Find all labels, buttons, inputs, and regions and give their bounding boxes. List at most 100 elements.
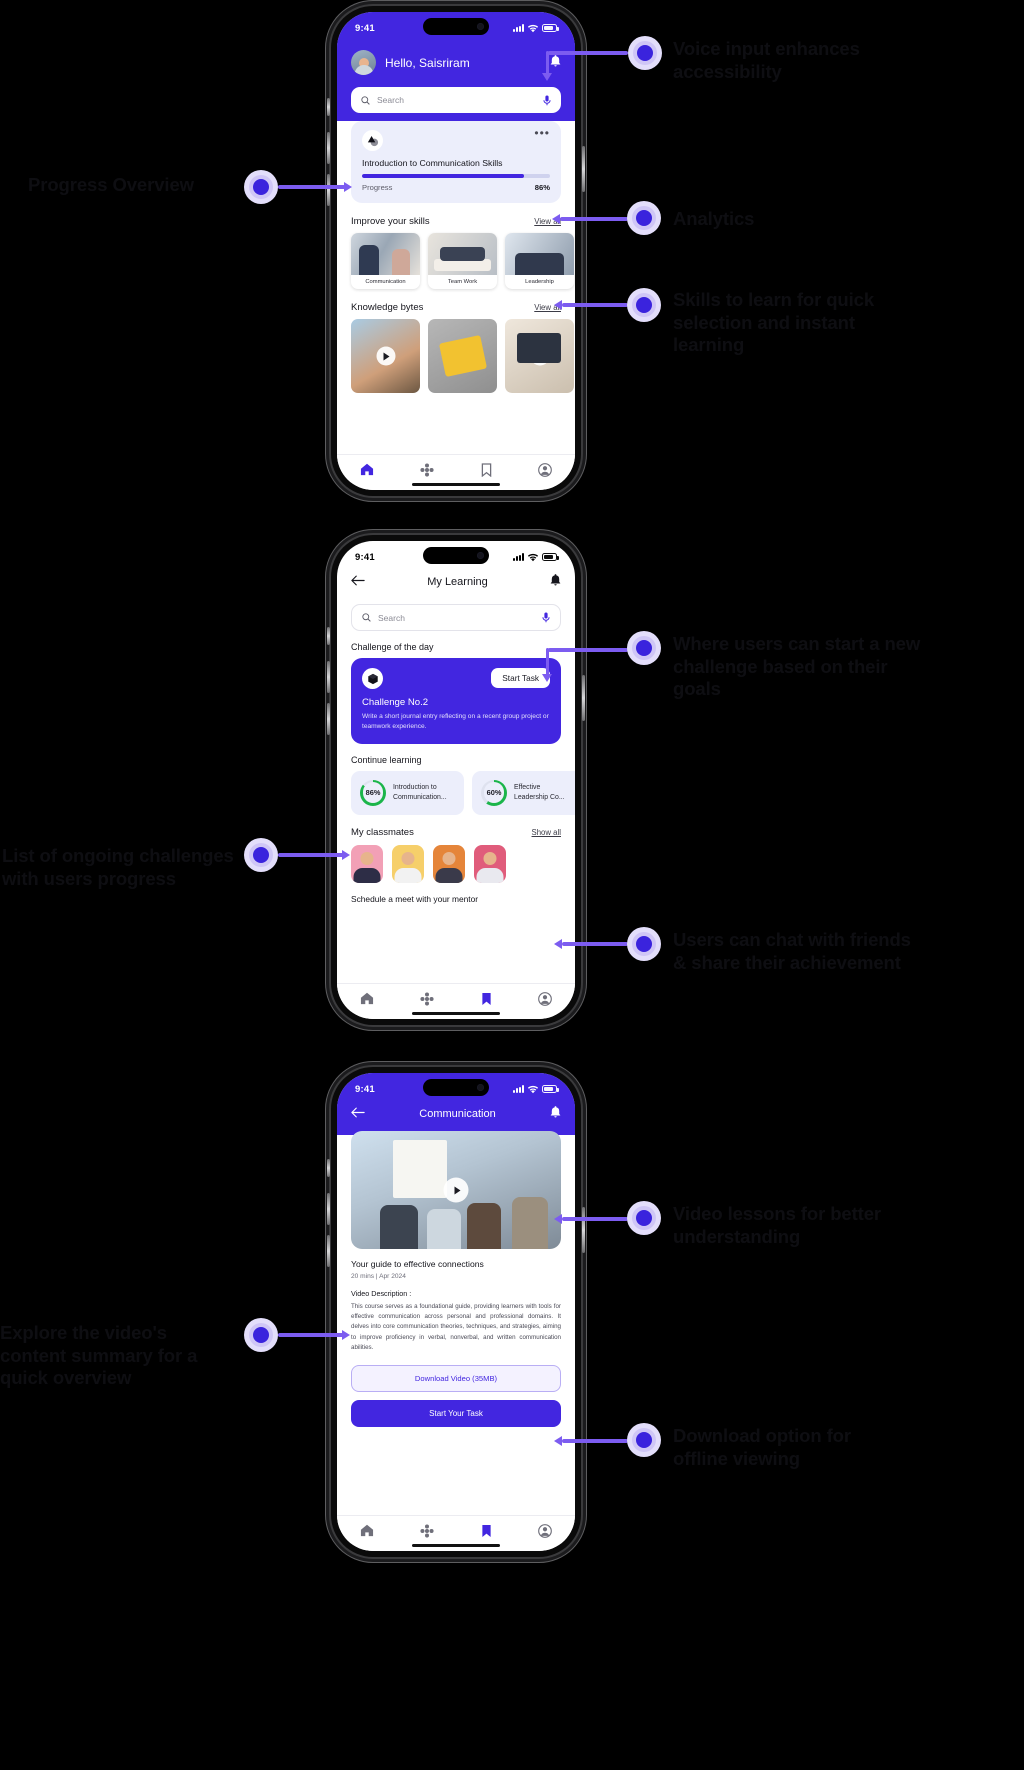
skill-card[interactable]: Team Work — [428, 233, 497, 289]
greeting-row: Hello, Saisriram — [351, 50, 561, 75]
phone-volume-down — [327, 174, 330, 206]
home-indicator — [412, 1011, 500, 1015]
download-video-button[interactable]: Download Video (35MB) — [351, 1365, 561, 1393]
continue-learning-list[interactable]: 86% Introduction to Communication... 60%… — [351, 770, 575, 815]
classmate-avatar[interactable] — [433, 844, 465, 883]
classmate-avatar[interactable] — [392, 844, 424, 883]
annotation-arrowhead — [542, 674, 552, 682]
skills-list[interactable]: Communication Team Work Leadership — [337, 233, 575, 289]
search-input[interactable]: Search — [351, 604, 561, 631]
nav-home-icon[interactable] — [360, 1524, 374, 1537]
annotation-label-video-lessons: Video lessons for better understanding — [673, 1203, 882, 1247]
phone-volume-down — [327, 1235, 330, 1267]
annotation-arrowhead — [554, 1436, 562, 1446]
video-meta: 20 mins | Apr 2024 — [351, 1273, 406, 1280]
classmate-avatar[interactable] — [351, 844, 383, 883]
annotation-connector-vertical — [546, 648, 549, 676]
annotation-dot — [627, 1201, 661, 1235]
nav-explore-icon[interactable] — [420, 462, 434, 477]
play-icon[interactable] — [530, 346, 549, 366]
video-player[interactable] — [351, 1131, 561, 1249]
phone-mockup-course: 9:41 Communication Your guide to effecti… — [327, 1067, 585, 1557]
cellular-icon — [513, 24, 524, 32]
person-graphic — [512, 1197, 549, 1249]
home-indicator — [412, 482, 500, 486]
annotation-arrowhead — [554, 1214, 562, 1224]
annotation-dot — [244, 1318, 278, 1352]
classmates-list[interactable] — [351, 844, 561, 883]
annotation-arrowhead — [552, 214, 560, 224]
bytes-section-header: Knowledge bytes View all — [351, 302, 561, 313]
search-input[interactable]: Search — [351, 87, 561, 113]
continue-card[interactable]: 86% Introduction to Communication... — [351, 770, 464, 815]
status-bar: 9:41 — [337, 541, 575, 569]
annotation-label-chat-friends: Users can chat with friends & share thei… — [673, 929, 911, 973]
video-card[interactable] — [505, 319, 574, 393]
back-arrow-icon[interactable] — [351, 1105, 365, 1123]
screen-my-learning: 9:41 My Learning Search Challenge of the… — [337, 541, 575, 1019]
battery-icon — [542, 1085, 559, 1093]
video-card[interactable] — [351, 319, 420, 393]
annotation-dot — [627, 631, 661, 665]
nav-bookmark-icon[interactable] — [481, 992, 492, 1006]
status-bar: 9:41 — [337, 12, 575, 40]
video-card[interactable] — [428, 319, 497, 393]
skill-card[interactable]: Leadership — [505, 233, 574, 289]
nav-home-icon[interactable] — [360, 463, 374, 476]
search-placeholder: Search — [377, 95, 404, 105]
nav-explore-icon[interactable] — [420, 1523, 434, 1538]
skills-section-title: Improve your skills — [351, 216, 430, 227]
nav-bookmark-icon[interactable] — [481, 462, 492, 477]
phone-volume-down — [327, 703, 330, 735]
annotation-label-voice-input: Voice input enhances accessibility — [673, 38, 860, 82]
start-task-button[interactable]: Start Your Task — [351, 1400, 561, 1428]
annotation-label-progress-overview: Progress Overview — [28, 174, 194, 195]
course-content: Your guide to effective connections 20 m… — [337, 1131, 575, 1515]
bell-icon[interactable] — [550, 573, 561, 591]
annotation-arrowhead — [542, 73, 552, 81]
nav-home-icon[interactable] — [360, 992, 374, 1005]
play-icon[interactable] — [376, 346, 395, 366]
avatar[interactable] — [351, 50, 376, 75]
back-arrow-icon[interactable] — [351, 573, 365, 591]
skill-caption: Leadership — [525, 279, 554, 285]
play-icon[interactable] — [453, 346, 472, 366]
mentor-label[interactable]: Schedule a meet with your mentor — [351, 894, 561, 904]
person-graphic — [466, 1203, 501, 1249]
page-title: My Learning — [427, 576, 488, 588]
nav-profile-icon[interactable] — [538, 462, 552, 477]
dynamic-island — [423, 547, 489, 564]
nav-bookmark-icon[interactable] — [481, 1524, 492, 1538]
annotation-arrowhead — [344, 182, 352, 192]
video-description: This course serves as a foundational gui… — [351, 1303, 561, 1351]
wifi-icon — [527, 553, 539, 561]
nav-profile-icon[interactable] — [538, 1523, 552, 1538]
classmates-header: My classmates Show all — [351, 827, 561, 838]
classmates-show-all-link[interactable]: Show all — [532, 828, 561, 837]
annotation-arrowhead — [342, 1330, 350, 1340]
skill-card[interactable]: Communication — [351, 233, 420, 289]
bell-icon[interactable] — [550, 54, 561, 72]
phone-power-button — [582, 1207, 585, 1253]
nav-explore-icon[interactable] — [420, 991, 434, 1006]
annotation-connector-vertical — [546, 51, 549, 75]
status-time: 9:41 — [355, 22, 375, 34]
progress-card-title: Introduction to Communication Skills — [362, 158, 503, 168]
progress-card[interactable]: ••• Introduction to Communication Skills… — [351, 121, 561, 203]
skill-thumbnail — [428, 233, 497, 275]
progress-value: 86% — [534, 183, 550, 192]
learning-content: Search Challenge of the day Start Task C… — [337, 591, 575, 983]
nav-profile-icon[interactable] — [538, 991, 552, 1006]
progress-ring-value: 86% — [365, 788, 381, 798]
search-icon — [362, 613, 371, 622]
continue-card[interactable]: 60% Effective Leadership Co... — [472, 770, 575, 815]
classmate-avatar[interactable] — [474, 844, 506, 883]
skill-thumbnail — [505, 233, 574, 275]
more-horizontal-icon[interactable]: ••• — [534, 127, 550, 139]
challenge-card[interactable]: Start Task Challenge No.2 Write a short … — [351, 658, 561, 744]
play-icon[interactable] — [443, 1177, 469, 1203]
bytes-list[interactable] — [337, 319, 575, 393]
bell-icon[interactable] — [550, 1105, 561, 1123]
annotation-dot — [244, 170, 278, 204]
annotation-connector — [562, 303, 628, 307]
